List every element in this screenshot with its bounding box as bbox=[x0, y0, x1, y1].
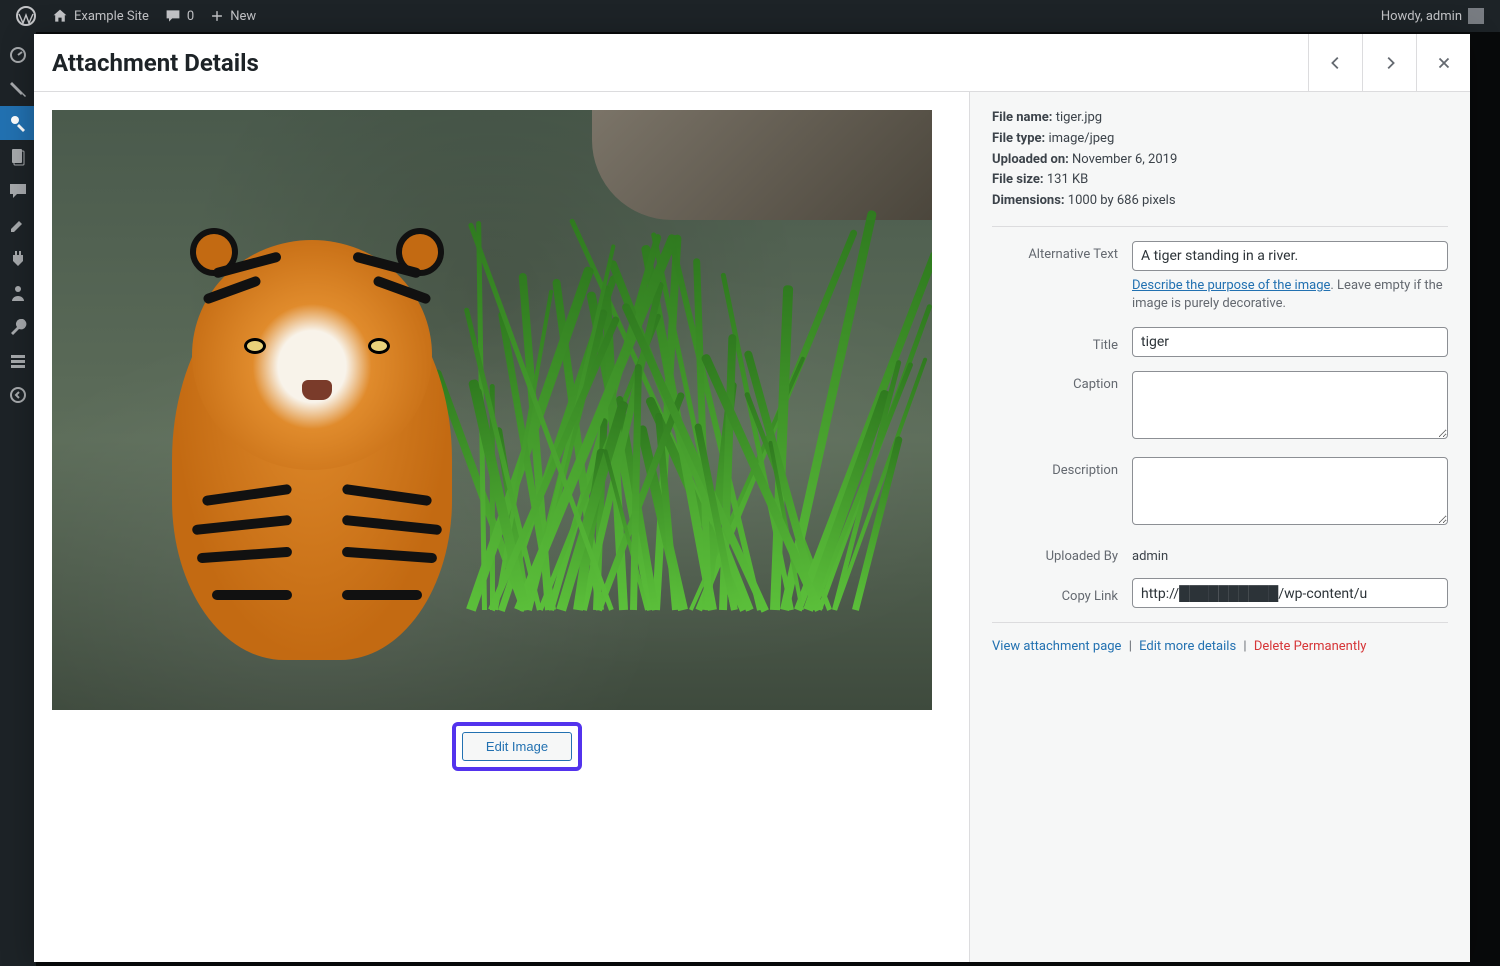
sidebar-item-dashboard[interactable] bbox=[0, 38, 36, 72]
new-label: New bbox=[230, 9, 256, 24]
alt-text-help-link[interactable]: Describe the purpose of the image bbox=[1132, 278, 1330, 293]
alt-text-label: Alternative Text bbox=[992, 241, 1132, 262]
caption-label: Caption bbox=[992, 371, 1132, 392]
sidebar-item-comments[interactable] bbox=[0, 174, 36, 208]
divider bbox=[992, 226, 1448, 227]
sidebar-item-settings[interactable] bbox=[0, 344, 36, 378]
sidebar-item-posts[interactable] bbox=[0, 72, 36, 106]
prev-attachment-button[interactable] bbox=[1308, 34, 1362, 91]
sidebar-item-appearance[interactable] bbox=[0, 208, 36, 242]
site-name: Example Site bbox=[74, 9, 149, 24]
copy-link-label: Copy Link bbox=[992, 583, 1132, 604]
description-input[interactable] bbox=[1132, 457, 1448, 525]
wp-admin-bar: Example Site 0 New Howdy, admin bbox=[0, 0, 1500, 32]
sidebar-item-collapse[interactable] bbox=[0, 378, 36, 412]
separator: | bbox=[1239, 639, 1250, 654]
attachment-preview-pane: Edit Image bbox=[34, 92, 970, 962]
attachment-actions: View attachment page | Edit more details… bbox=[992, 639, 1448, 654]
uploaded-on-value: November 6, 2019 bbox=[1072, 152, 1177, 167]
file-type-value: image/jpeg bbox=[1048, 131, 1114, 146]
howdy-text: Howdy, admin bbox=[1381, 9, 1462, 24]
file-size-label: File size: bbox=[992, 172, 1044, 187]
modal-nav bbox=[1308, 34, 1470, 91]
uploaded-on-label: Uploaded on: bbox=[992, 152, 1069, 167]
sidebar-item-pages[interactable] bbox=[0, 140, 36, 174]
dimensions-value: 1000 by 686 pixels bbox=[1068, 193, 1176, 208]
attachment-image bbox=[52, 110, 932, 710]
dimensions-label: Dimensions: bbox=[992, 193, 1065, 208]
new-content-link[interactable]: New bbox=[202, 9, 264, 24]
wp-logo[interactable] bbox=[8, 6, 44, 26]
howdy-account[interactable]: Howdy, admin bbox=[1373, 8, 1492, 24]
next-attachment-button[interactable] bbox=[1362, 34, 1416, 91]
separator: | bbox=[1125, 639, 1136, 654]
sidebar-item-media[interactable] bbox=[0, 106, 36, 140]
wp-admin-sidebar bbox=[0, 32, 36, 966]
attachment-details-pane: File name: tiger.jpg File type: image/jp… bbox=[970, 92, 1470, 962]
divider bbox=[992, 622, 1448, 623]
modal-body: Edit Image File name: tiger.jpg File typ… bbox=[34, 92, 1470, 962]
uploaded-by-value: admin bbox=[1132, 543, 1448, 564]
site-home-link[interactable]: Example Site bbox=[44, 8, 157, 24]
comments-count: 0 bbox=[187, 9, 194, 24]
avatar bbox=[1468, 8, 1484, 24]
uploaded-by-label: Uploaded By bbox=[992, 543, 1132, 564]
edit-image-highlight: Edit Image bbox=[452, 722, 582, 771]
caption-input[interactable] bbox=[1132, 371, 1448, 439]
file-type-label: File type: bbox=[992, 131, 1045, 146]
edit-more-details-link[interactable]: Edit more details bbox=[1139, 639, 1236, 654]
attachment-meta: File name: tiger.jpg File type: image/jp… bbox=[992, 108, 1448, 212]
title-input[interactable] bbox=[1132, 327, 1448, 357]
file-name-label: File name: bbox=[992, 110, 1052, 125]
title-label: Title bbox=[992, 332, 1132, 353]
edit-image-button[interactable]: Edit Image bbox=[462, 732, 572, 761]
sidebar-item-users[interactable] bbox=[0, 276, 36, 310]
modal-title: Attachment Details bbox=[52, 49, 259, 77]
file-name-value: tiger.jpg bbox=[1056, 110, 1102, 125]
comments-link[interactable]: 0 bbox=[157, 8, 202, 24]
delete-permanently-link[interactable]: Delete Permanently bbox=[1254, 639, 1367, 654]
view-attachment-page-link[interactable]: View attachment page bbox=[992, 639, 1121, 654]
attachment-details-modal: Attachment Details bbox=[34, 34, 1470, 962]
description-label: Description bbox=[992, 457, 1132, 478]
alt-text-input[interactable] bbox=[1132, 241, 1448, 271]
alt-text-help: Describe the purpose of the image. Leave… bbox=[1132, 277, 1448, 313]
sidebar-item-tools[interactable] bbox=[0, 310, 36, 344]
modal-header: Attachment Details bbox=[34, 34, 1470, 92]
close-modal-button[interactable] bbox=[1416, 34, 1470, 91]
copy-link-input[interactable] bbox=[1132, 578, 1448, 608]
file-size-value: 131 KB bbox=[1047, 172, 1088, 187]
sidebar-item-plugins[interactable] bbox=[0, 242, 36, 276]
